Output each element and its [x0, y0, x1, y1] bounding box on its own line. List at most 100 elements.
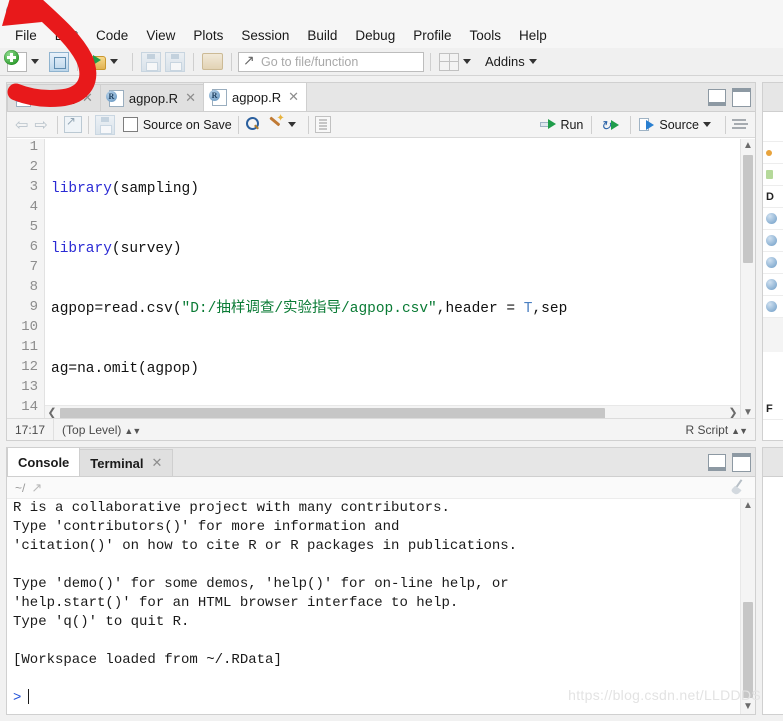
run-button[interactable]: Run — [538, 114, 585, 136]
chevron-down-icon[interactable] — [528, 59, 537, 64]
editor-vertical-scrollbar[interactable]: ▲ ▼ — [740, 139, 755, 420]
magnify-icon[interactable] — [245, 117, 260, 132]
editor-status-bar: 17:17 (Top Level) ▲▼ R Script ▲▼ — [7, 418, 755, 440]
watermark-text: https://blog.csdn.net/LLDDDS — [568, 687, 761, 703]
list-item[interactable] — [763, 112, 783, 142]
new-project-button[interactable] — [47, 51, 71, 73]
console-vertical-scrollbar[interactable]: ▲ ▼ — [740, 499, 755, 714]
open-in-window-icon[interactable]: ↗ — [31, 480, 42, 496]
console-line: R is a collaborative project with many c… — [13, 500, 450, 516]
print-button[interactable] — [200, 51, 225, 73]
broom-clear-console-icon[interactable] — [731, 480, 747, 495]
console-output[interactable]: R is a collaborative project with many c… — [13, 499, 739, 712]
rstudio-logo-letter: R — [10, 5, 19, 17]
list-item[interactable] — [763, 296, 783, 318]
close-icon[interactable]: ✕ — [82, 90, 93, 106]
menu-item-build[interactable]: Build — [298, 26, 346, 45]
scroll-up-icon[interactable]: ▲ — [741, 499, 755, 513]
close-icon[interactable]: ✕ — [152, 455, 163, 471]
working-directory-label[interactable]: ~/ — [15, 481, 25, 495]
menu-item-code[interactable]: Code — [87, 26, 137, 45]
pane-layout-icon — [439, 52, 459, 71]
source-pane-controls — [708, 88, 751, 107]
back-icon[interactable]: ⇦ — [12, 115, 31, 135]
minimize-pane-icon[interactable] — [708, 454, 726, 471]
file-type-updown-icon[interactable]: ▲▼ — [731, 426, 748, 436]
save-all-button[interactable] — [163, 51, 187, 73]
chevron-down-icon[interactable] — [703, 122, 711, 127]
line-number: 3 — [29, 179, 38, 195]
new-file-button[interactable] — [4, 49, 47, 73]
environment-tab[interactable] — [763, 83, 783, 112]
show-outline-icon[interactable] — [732, 118, 746, 131]
chevron-down-icon[interactable] — [463, 59, 471, 64]
menu-item-profile[interactable]: Profile — [404, 26, 460, 45]
file-type-selector[interactable]: R Script ▲▼ — [677, 423, 755, 437]
console-line: 'help.start()' for an HTML browser inter… — [13, 595, 459, 611]
source-editor-pane: 程序.R ✕ agpop.R ✕ agpop.R ✕ ⇦ ⇨ — [6, 82, 756, 441]
menu-item-help[interactable]: Help — [510, 26, 556, 45]
environment-section-letter: D — [766, 190, 774, 203]
line-number: 11 — [21, 339, 38, 355]
addins-button[interactable]: Addins — [479, 51, 545, 73]
code-line: library(survey) — [51, 241, 182, 257]
document-outline-icon[interactable] — [314, 116, 331, 133]
list-item[interactable] — [763, 230, 783, 252]
minimize-pane-icon[interactable] — [708, 89, 726, 106]
scrollbar-thumb[interactable] — [743, 155, 753, 263]
forward-icon[interactable]: ⇨ — [31, 115, 50, 135]
close-icon[interactable]: ✕ — [288, 89, 299, 105]
scrollbar-thumb[interactable] — [743, 602, 753, 698]
maximize-pane-icon[interactable] — [732, 453, 751, 472]
save-button[interactable] — [139, 51, 163, 73]
open-file-button[interactable] — [84, 51, 126, 73]
list-item[interactable] — [763, 208, 783, 230]
chevron-down-icon[interactable] — [110, 59, 118, 64]
list-item[interactable]: D — [763, 186, 783, 208]
console-line: 'citation()' on how to cite R or R packa… — [13, 538, 518, 554]
code-line: library(sampling) — [51, 181, 199, 197]
code-editor-area[interactable]: 1 2 3 4 5 6 7 8 9 10 11 12 13 14 15 libr… — [7, 139, 755, 420]
source-tab-chengxu-r[interactable]: 程序.R ✕ — [7, 84, 101, 111]
console-pane: Console Terminal ✕ ~/ ↗ R is a collabora… — [6, 447, 756, 715]
list-item[interactable] — [763, 142, 783, 164]
files-tab[interactable] — [763, 448, 783, 477]
save-icon[interactable] — [94, 114, 115, 135]
code-text[interactable]: library(sampling) library(survey) agpop=… — [51, 139, 739, 420]
source-button[interactable]: Source — [637, 114, 719, 136]
list-item[interactable]: F — [763, 398, 783, 420]
editor-toolbar-divider — [725, 115, 726, 134]
close-icon[interactable]: ✕ — [185, 90, 196, 106]
chevron-down-icon[interactable] — [31, 59, 39, 64]
menu-item-tools[interactable]: Tools — [460, 26, 510, 45]
source-on-save-checkbox[interactable] — [122, 117, 138, 132]
re-run-button[interactable]: ↻ — [598, 114, 624, 136]
source-on-save-label: Source on Save — [142, 117, 232, 132]
menu-item-edit[interactable]: Edit — [46, 26, 87, 45]
bullet-blue-icon — [766, 301, 777, 312]
menu-item-plots[interactable]: Plots — [184, 26, 232, 45]
list-item[interactable] — [763, 164, 783, 186]
maximize-pane-icon[interactable] — [732, 88, 751, 107]
source-tab-agpop-r-2[interactable]: agpop.R ✕ — [202, 82, 308, 111]
pane-layout-button[interactable] — [437, 51, 479, 73]
console-text-caret[interactable] — [28, 689, 30, 704]
print-icon — [202, 53, 223, 70]
goto-file-function-input[interactable]: Go to file/function — [238, 51, 424, 72]
show-in-new-window-icon[interactable] — [63, 114, 82, 133]
scope-selector[interactable]: (Top Level) ▲▼ — [54, 423, 148, 437]
code-tools-wand-icon[interactable] — [268, 113, 284, 132]
menu-item-file[interactable]: File — [6, 26, 46, 45]
menu-item-session[interactable]: Session — [232, 26, 298, 45]
source-tab-agpop-r-1[interactable]: agpop.R ✕ — [99, 84, 204, 111]
scope-updown-icon[interactable]: ▲▼ — [124, 426, 141, 436]
list-item[interactable] — [763, 274, 783, 296]
tab-terminal[interactable]: Terminal ✕ — [79, 449, 174, 476]
menu-item-view[interactable]: View — [137, 26, 184, 45]
tab-console[interactable]: Console — [7, 447, 81, 476]
menu-item-debug[interactable]: Debug — [346, 26, 404, 45]
open-folder-icon — [86, 54, 106, 70]
list-item[interactable] — [763, 252, 783, 274]
chevron-down-icon[interactable] — [287, 122, 296, 127]
scroll-up-icon[interactable]: ▲ — [741, 139, 755, 153]
